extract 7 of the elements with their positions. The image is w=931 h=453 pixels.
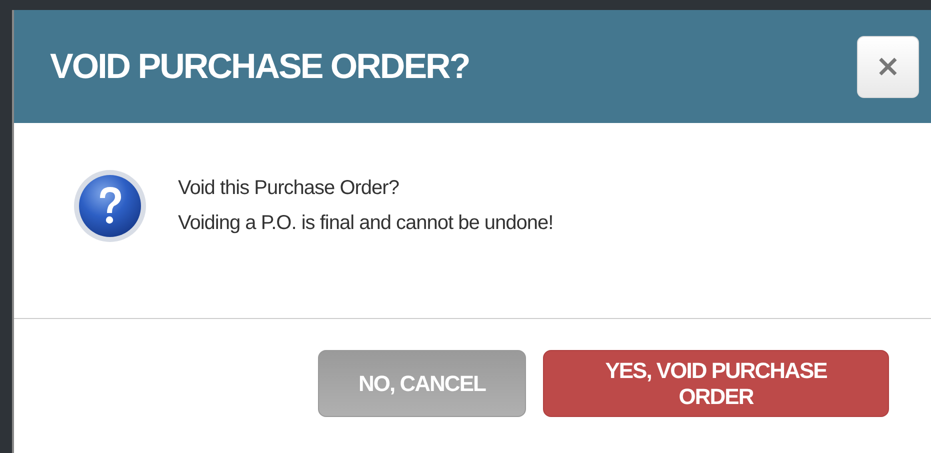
dialog-title: VOID PURCHASE ORDER?	[50, 46, 470, 86]
message-text: Void this Purchase Order?	[178, 176, 400, 200]
confirm-button[interactable]: YES, VOID PURCHASE ORDER	[543, 350, 889, 417]
cancel-button[interactable]: NO, CANCEL	[318, 350, 526, 417]
message-text: Voiding a P.O. is final and cannot be undone!	[178, 212, 554, 234]
close-button[interactable]: ×	[857, 36, 919, 98]
question-icon	[72, 168, 148, 244]
